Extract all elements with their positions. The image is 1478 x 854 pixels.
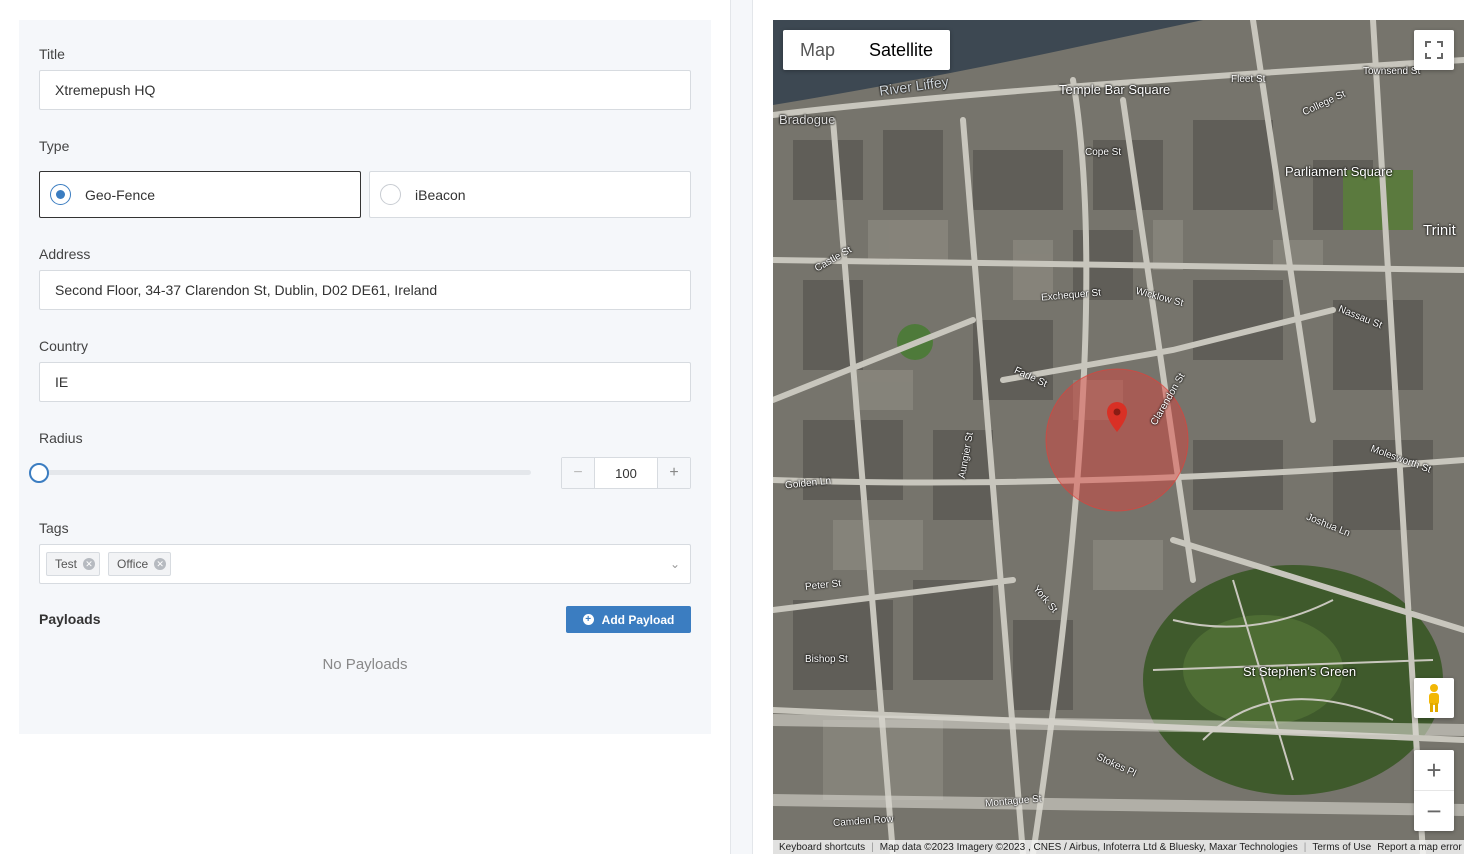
map-label: St Stephen's Green <box>1243 664 1357 679</box>
type-option-label: iBeacon <box>415 186 466 203</box>
address-input[interactable]: Second Floor, 34-37 Clarendon St, Dublin… <box>39 270 691 310</box>
street-view-button[interactable] <box>1414 678 1454 718</box>
tag-label: Test <box>55 557 78 571</box>
map-type-control: Map Satellite <box>783 30 951 70</box>
map-imagery <box>773 20 1464 854</box>
country-label: Country <box>39 338 89 354</box>
map-type-map-button[interactable]: Map <box>783 30 852 70</box>
tags-label: Tags <box>39 520 69 536</box>
radio-unchecked-icon <box>380 184 401 205</box>
add-payload-label: Add Payload <box>601 612 675 627</box>
radius-value-input[interactable]: 100 <box>595 458 657 488</box>
type-option-geofence[interactable]: Geo-Fence <box>39 171 361 218</box>
radius-label: Radius <box>39 430 83 446</box>
zoom-in-button[interactable]: + <box>1414 750 1454 791</box>
type-label: Type <box>39 138 70 154</box>
map-attribution: Map data ©2023 Imagery ©2023 , CNES / Ai… <box>879 841 1298 853</box>
remove-tag-icon[interactable]: ✕ <box>154 558 167 570</box>
keyboard-shortcuts-link[interactable]: Keyboard shortcuts <box>779 842 865 853</box>
satellite-map[interactable]: River Liffey Temple Bar Square Parliamen… <box>773 20 1464 854</box>
tags-select[interactable]: Test ✕ Office ✕ ⌄ <box>39 544 691 584</box>
radio-checked-icon <box>50 184 71 205</box>
type-option-label: Geo-Fence <box>85 186 156 203</box>
location-form: Title Xtremepush HQ Type Geo-Fence iBeac… <box>19 20 711 734</box>
panel-divider[interactable] <box>730 0 753 854</box>
address-label: Address <box>39 246 91 262</box>
remove-tag-icon[interactable]: ✕ <box>83 558 96 570</box>
report-map-error-link[interactable]: Report a map error <box>1377 842 1461 853</box>
fullscreen-icon <box>1425 41 1443 59</box>
map-footer: Keyboard shortcuts | Map data ©2023 Imag… <box>773 840 1464 854</box>
chevron-down-icon[interactable]: ⌄ <box>670 557 680 571</box>
tag-chip: Test ✕ <box>46 552 101 576</box>
map-label: Temple Bar Square <box>1059 82 1171 97</box>
fullscreen-button[interactable] <box>1414 30 1454 70</box>
country-input[interactable]: IE <box>39 362 691 402</box>
empty-payloads-message: No Payloads <box>322 656 408 673</box>
map-type-satellite-button[interactable]: Satellite <box>852 30 950 70</box>
add-payload-button[interactable]: + Add Payload <box>566 606 691 633</box>
map-label: Fleet St <box>1231 74 1266 85</box>
radius-increment-button[interactable]: + <box>657 458 690 488</box>
payloads-heading: Payloads <box>39 611 101 627</box>
radius-slider-track[interactable] <box>39 470 531 475</box>
terms-of-use-link[interactable]: Terms of Use <box>1312 842 1371 853</box>
map-label: Townsend St <box>1363 66 1421 77</box>
title-input[interactable]: Xtremepush HQ <box>39 70 691 110</box>
radius-stepper: − 100 + <box>561 457 691 489</box>
map-label: Parliament Square <box>1285 164 1393 179</box>
map-label: Bishop St <box>805 654 848 665</box>
title-label: Title <box>39 46 65 62</box>
type-option-ibeacon[interactable]: iBeacon <box>369 171 691 218</box>
map-label: Trinit <box>1423 222 1456 239</box>
map-label: Bradogue <box>779 112 836 127</box>
plus-circle-icon: + <box>582 614 594 625</box>
map-label: Cope St <box>1085 147 1122 158</box>
pegman-icon <box>1429 684 1439 712</box>
radius-slider-handle[interactable] <box>29 463 49 483</box>
zoom-control: + − <box>1414 750 1454 831</box>
tag-label: Office <box>117 557 149 571</box>
radius-decrement-button[interactable]: − <box>562 458 595 488</box>
tag-chip: Office ✕ <box>108 552 172 576</box>
zoom-out-button[interactable]: − <box>1414 791 1454 831</box>
